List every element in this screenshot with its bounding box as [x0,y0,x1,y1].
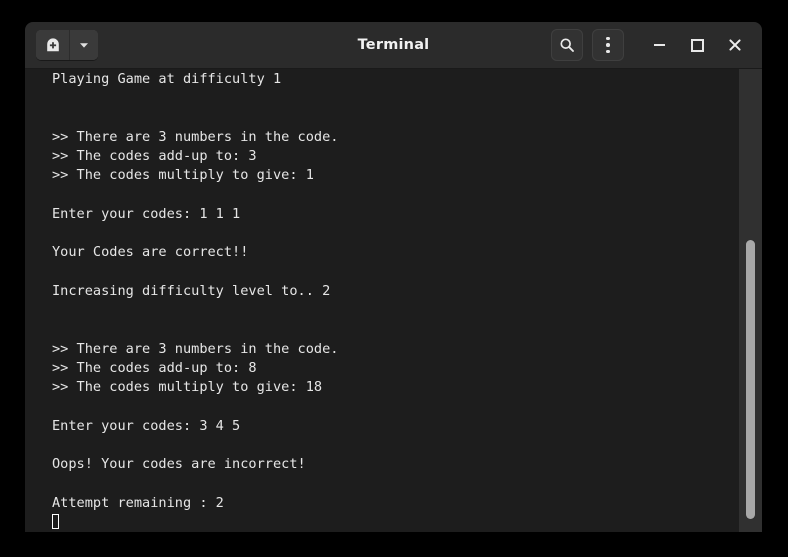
terminal-line: Playing Game at difficulty 1 [52,71,282,87]
maximize-button[interactable] [680,29,714,61]
kebab-menu-icon [606,36,610,54]
terminal-line: >> The codes multiply to give: 18 [52,379,323,395]
search-icon [560,38,574,52]
close-button[interactable] [718,29,752,61]
terminal-line: >> The codes multiply to give: 1 [52,167,314,184]
terminal-line: >> There are 3 numbers in the code. [52,340,339,357]
terminal-line: Enter your codes: 1 1 1 [52,205,241,222]
minimize-button[interactable] [642,29,676,61]
chevron-down-icon [80,43,88,48]
terminal-line: Attempt remaining : 2 [52,494,224,511]
terminal-cursor-line [52,513,738,532]
minimize-icon [653,44,665,46]
terminal-line: >> There are 3 numbers in the code. [52,128,339,145]
search-button[interactable] [551,29,583,61]
terminal-cursor [52,513,59,529]
new-tab-icon [46,38,59,52]
title-bar[interactable]: Terminal [25,22,762,69]
terminal-line: Enter your codes: 3 4 5 [52,417,241,434]
maximize-icon [690,38,704,52]
terminal-line: Your Codes are correct!! [52,244,249,261]
terminal-body[interactable]: Playing Game at difficulty 1 >> There are… [25,69,762,532]
titlebar-left-controls [25,30,98,60]
terminal-screen[interactable]: Playing Game at difficulty 1 >> There are… [52,69,738,532]
new-tab-button[interactable] [36,30,69,60]
terminal-window: Terminal Playing Game at difficulty 1 >>… [25,22,762,532]
terminal-line: Increasing difficulty level to.. 2 [52,282,331,299]
new-tab-split-button[interactable] [36,30,98,60]
terminal-line: >> The codes add-up to: 8 [52,359,257,376]
titlebar-right-controls [542,29,762,61]
terminal-scrollbar[interactable] [739,69,762,532]
close-icon [729,39,741,51]
terminal-line: Oops! Your codes are incorrect! [52,456,306,472]
terminal-line: >> The codes add-up to: 3 [52,148,257,164]
menu-button[interactable] [592,29,624,61]
new-tab-dropdown-button[interactable] [69,30,98,60]
scrollbar-thumb[interactable] [746,240,755,519]
